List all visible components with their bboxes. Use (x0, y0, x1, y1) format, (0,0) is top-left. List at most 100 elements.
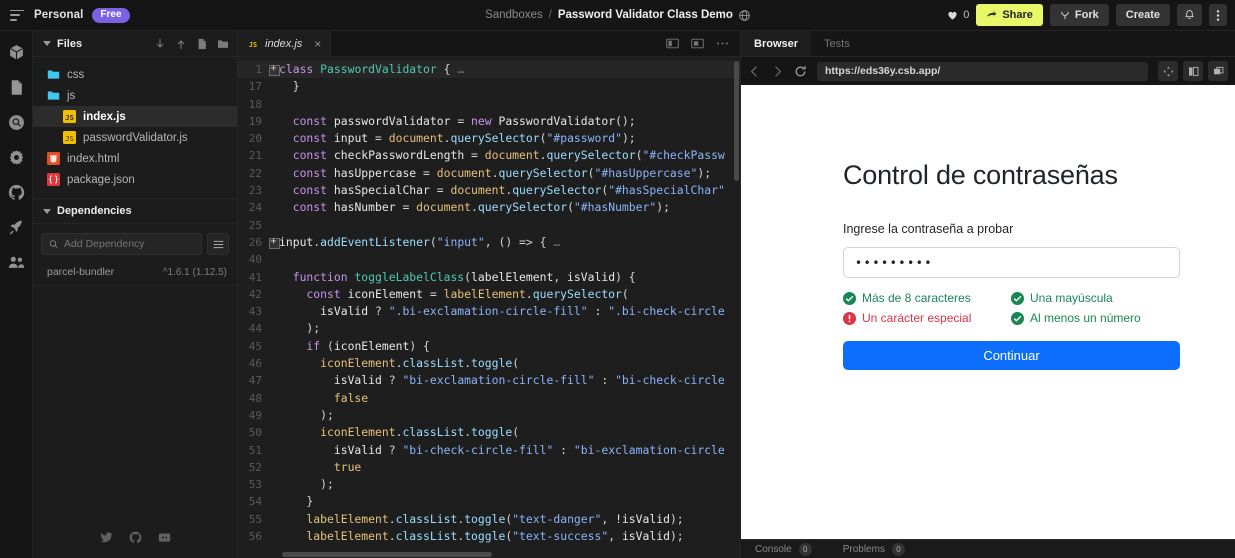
close-icon[interactable]: × (314, 37, 321, 51)
twitter-icon[interactable] (99, 531, 113, 544)
code-text: ); (279, 407, 334, 422)
vertical-scrollbar[interactable] (734, 61, 739, 181)
chevron-down-icon[interactable] (43, 208, 51, 214)
code-line[interactable]: 1 class PasswordValidator { … (238, 61, 740, 79)
url-input[interactable]: https://eds36y.csb.app/ (817, 61, 1148, 81)
problems-tab[interactable]: Problems 0 (843, 542, 905, 556)
split-view-button[interactable] (1183, 61, 1203, 81)
menu-icon[interactable] (10, 9, 25, 21)
tab-index-js[interactable]: JS index.js × (238, 31, 332, 56)
breadcrumb-current[interactable]: Password Validator Class Demo (558, 9, 733, 21)
preview-pane-icon[interactable] (691, 38, 704, 49)
tree-row-js[interactable]: js (33, 85, 237, 106)
console-tab[interactable]: Console 0 (755, 542, 812, 556)
github-icon[interactable] (8, 184, 25, 201)
refresh-icon[interactable] (794, 65, 807, 78)
tree-row-package-json[interactable]: package.json (33, 169, 237, 190)
responsive-mode-button[interactable] (1158, 61, 1178, 81)
code-line[interactable]: 20 const input = document.querySelector(… (238, 130, 740, 147)
new-folder-icon[interactable] (217, 38, 229, 50)
code-line[interactable]: 24 const hasNumber = document.querySelec… (238, 199, 740, 216)
list-icon (213, 240, 223, 248)
chevron-down-icon[interactable] (43, 41, 51, 46)
code-line[interactable]: 43 isValid ? ".bi-exclamation-circle-fil… (238, 303, 740, 320)
search-icon[interactable] (8, 114, 25, 131)
line-number: 20 (248, 132, 262, 146)
add-dependency-field[interactable] (41, 233, 202, 255)
code-line[interactable]: 47 isValid ? "bi-exclamation-circle-fill… (238, 372, 740, 389)
code-line[interactable]: 44 ); (238, 320, 740, 337)
code-line[interactable]: 46 iconElement.classList.toggle( (238, 355, 740, 372)
code-line[interactable]: 52 true (238, 459, 740, 476)
code-line[interactable]: 51 isValid ? "bi-check-circle-fill" : "b… (238, 442, 740, 459)
gear-icon[interactable] (8, 149, 25, 166)
dependency-row[interactable]: parcel-bundler ^1.6.1 (1.12.5) (33, 261, 237, 283)
notifications-button[interactable] (1177, 4, 1202, 26)
forward-icon[interactable] (771, 65, 784, 78)
code-line[interactable]: 49 ); (238, 407, 740, 424)
file-icon[interactable] (8, 79, 25, 96)
workspace-name[interactable]: Personal (34, 9, 83, 21)
code-line[interactable]: 53 ); (238, 476, 740, 493)
more-options-icon[interactable] (716, 38, 729, 49)
code-line[interactable]: 19 const passwordValidator = new Passwor… (238, 113, 740, 130)
download-icon[interactable] (154, 38, 166, 50)
people-icon[interactable] (8, 254, 25, 271)
fold-gutter (268, 459, 279, 476)
code-line[interactable]: 21 const checkPasswordLength = document.… (238, 147, 740, 164)
code-line[interactable]: 26 input.addEventListener("input", () => … (238, 234, 740, 251)
code-line[interactable]: 17 } (238, 78, 740, 95)
dependency-menu-button[interactable] (207, 233, 229, 255)
rocket-icon[interactable] (8, 219, 25, 236)
code-line[interactable]: 22 const hasUppercase = document.querySe… (238, 165, 740, 182)
add-dependency-input[interactable] (63, 238, 194, 250)
code-line[interactable]: 55 labelElement.classList.toggle("text-d… (238, 511, 740, 528)
code-line[interactable]: 40 (238, 251, 740, 268)
code-line[interactable]: 45 if (iconElement) { (238, 338, 740, 355)
fold-gutter (268, 320, 279, 337)
tree-row-index-js[interactable]: JS index.js (33, 106, 237, 127)
tab-browser[interactable]: Browser (741, 31, 812, 56)
more-options-button[interactable] (1209, 4, 1227, 26)
fold-toggle-icon[interactable] (268, 234, 280, 251)
create-button[interactable]: Create (1115, 4, 1170, 26)
external-window-icon (1213, 66, 1223, 74)
code-line[interactable]: 18 (238, 96, 740, 113)
back-icon[interactable] (748, 65, 761, 78)
tree-row-css[interactable]: css (33, 64, 237, 85)
new-file-icon[interactable] (196, 38, 208, 50)
code-line[interactable]: 42 const iconElement = labelElement.quer… (238, 286, 740, 303)
github-icon[interactable] (129, 531, 142, 544)
password-input[interactable]: ••••••••• (843, 247, 1180, 278)
code-line[interactable]: 50 iconElement.classList.toggle( (238, 424, 740, 441)
code-content[interactable]: 1 class PasswordValidator { … 17 } 18 19 con… (238, 57, 740, 558)
code-line[interactable]: 48 false (238, 390, 740, 407)
plan-badge[interactable]: Free (92, 7, 130, 23)
code-line[interactable]: 54 } (238, 493, 740, 510)
fold-gutter (268, 199, 279, 216)
activity-rail (0, 31, 33, 558)
horizontal-scrollbar[interactable] (282, 552, 492, 557)
discord-icon[interactable] (158, 531, 171, 544)
new-window-button[interactable] (1208, 61, 1228, 81)
code-line[interactable]: 25 (238, 217, 740, 234)
tree-row-index-html[interactable]: index.html (33, 148, 237, 169)
tree-row-password-validator-js[interactable]: JS passwordValidator.js (33, 127, 237, 148)
code-line[interactable]: 23 const hasSpecialChar = document.query… (238, 182, 740, 199)
line-number: 49 (248, 408, 262, 422)
breadcrumb-sandboxes[interactable]: Sandboxes (485, 9, 543, 21)
check-circle-fill-icon (1011, 311, 1024, 325)
share-button[interactable]: Share (976, 4, 1043, 26)
fold-toggle-icon[interactable] (268, 61, 280, 78)
fork-button[interactable]: Fork (1049, 4, 1109, 26)
split-pane-icon[interactable] (666, 38, 679, 49)
code-line[interactable]: 56 labelElement.classList.toggle("text-s… (238, 528, 740, 545)
cube-icon[interactable] (8, 44, 25, 61)
continue-button[interactable]: Continuar (843, 341, 1180, 370)
code-line[interactable]: 41 function toggleLabelClass(labelElemen… (238, 269, 740, 286)
problems-count-badge: 0 (891, 542, 905, 556)
share-label: Share (1002, 9, 1033, 21)
tab-tests[interactable]: Tests (811, 31, 863, 56)
likes-counter[interactable]: 0 (947, 9, 969, 21)
upload-icon[interactable] (175, 38, 187, 50)
